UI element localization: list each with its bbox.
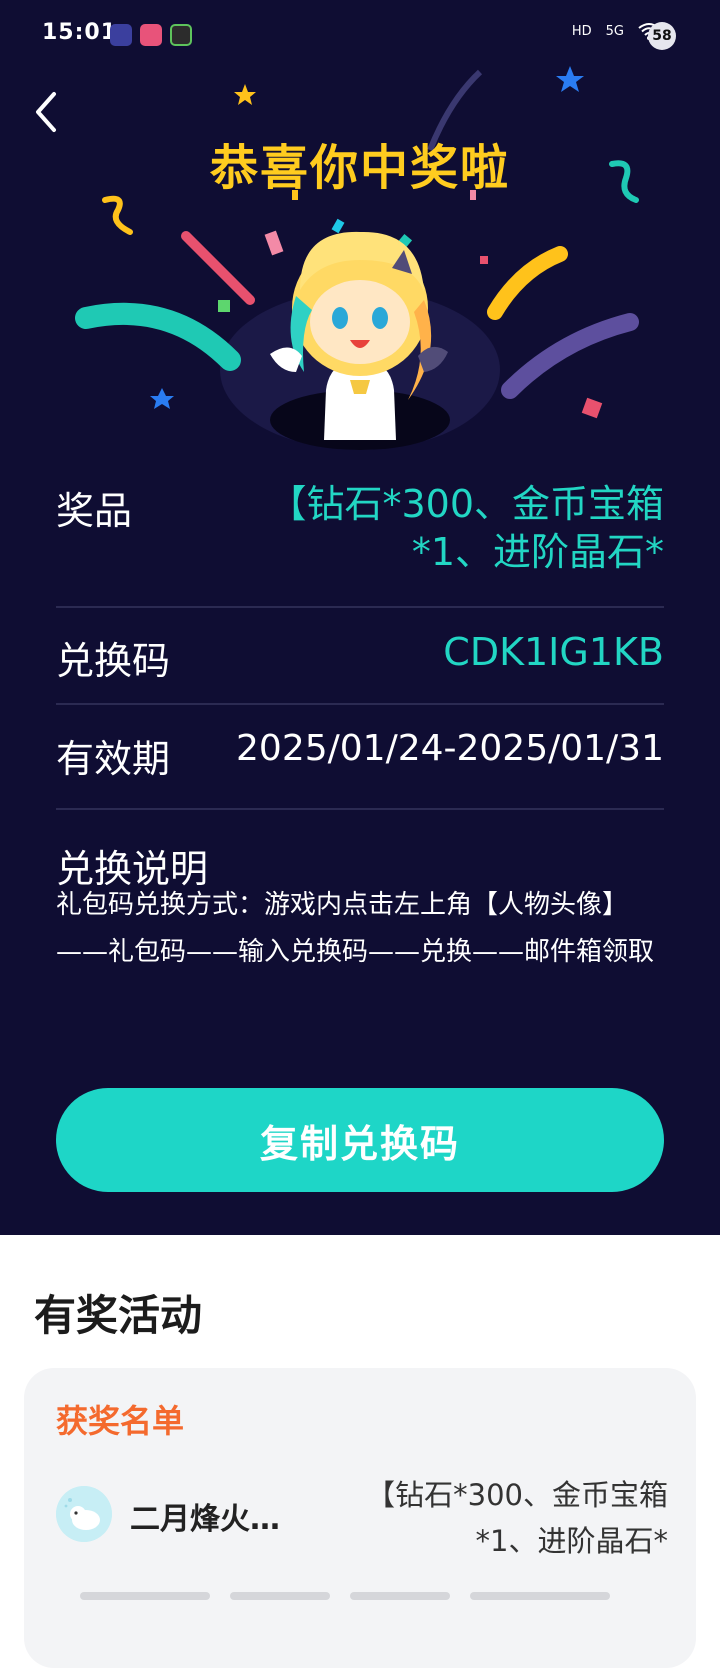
placeholder-bar	[470, 1592, 610, 1600]
divider	[56, 606, 664, 608]
activity-section-title: 有奖活动	[34, 1291, 203, 1340]
prize-value: 【钻石*300、金币宝箱*1、进阶晶石*	[268, 482, 664, 574]
app-notification-icon	[140, 24, 162, 46]
hd-indicator: HD	[571, 23, 592, 39]
validity-value: 2025/01/24-2025/01/31	[236, 728, 664, 769]
instructions-text: 礼包码兑换方式：游戏内点击左上角【人物头像】——礼包码——输入兑换码——兑换——…	[56, 890, 655, 967]
placeholder-bar	[350, 1592, 450, 1600]
list-item[interactable]: 二月烽火… 【钻石*300、金币宝箱*1、进阶晶石*	[56, 1472, 668, 1582]
winner-name: 二月烽火…	[130, 1502, 280, 1537]
prize-label: 奖品	[56, 489, 133, 533]
congrats-headline: 恭喜你中奖啦	[209, 140, 510, 196]
avatar	[56, 1486, 112, 1542]
copy-code-button[interactable]: 复制兑换码	[56, 1088, 664, 1192]
validity-row: 有效期 2025/01/24-2025/01/31	[56, 728, 664, 783]
winners-card: 获奖名单 二月烽火… 【钻石*300、金币宝箱*1、进阶晶石*	[24, 1368, 696, 1668]
avatar-image	[56, 1486, 112, 1542]
redeem-code[interactable]: CDK1IG1KB	[443, 630, 664, 674]
battery-icon: 58	[648, 22, 676, 50]
placeholder-bar	[80, 1592, 210, 1600]
app-notification-icon	[110, 24, 132, 46]
reward-panel: 15:01 HD 5G 58 恭喜你中奖啦 奖品 【钻石*300、金币宝箱*1、…	[0, 0, 720, 1235]
status-time: 15:01	[42, 20, 118, 45]
app-notification-icon	[170, 24, 192, 46]
divider	[56, 703, 664, 705]
notification-icons	[110, 24, 192, 46]
winners-card-title: 获奖名单	[56, 1402, 185, 1440]
code-label: 兑换码	[56, 639, 171, 683]
winner-prize: 【钻石*300、金币宝箱*1、进阶晶石*	[366, 1478, 668, 1558]
network-indicator: 5G	[605, 23, 624, 39]
validity-label: 有效期	[56, 737, 171, 781]
status-indicators: HD 5G	[572, 22, 660, 40]
divider	[56, 808, 664, 810]
placeholder-bar	[230, 1592, 330, 1600]
next-item-preview	[80, 1592, 640, 1600]
celebration-illustration	[75, 66, 639, 450]
prize-row: 奖品 【钻石*300、金币宝箱*1、进阶晶石*	[56, 480, 664, 576]
code-row: 兑换码 CDK1IG1KB	[56, 630, 664, 685]
